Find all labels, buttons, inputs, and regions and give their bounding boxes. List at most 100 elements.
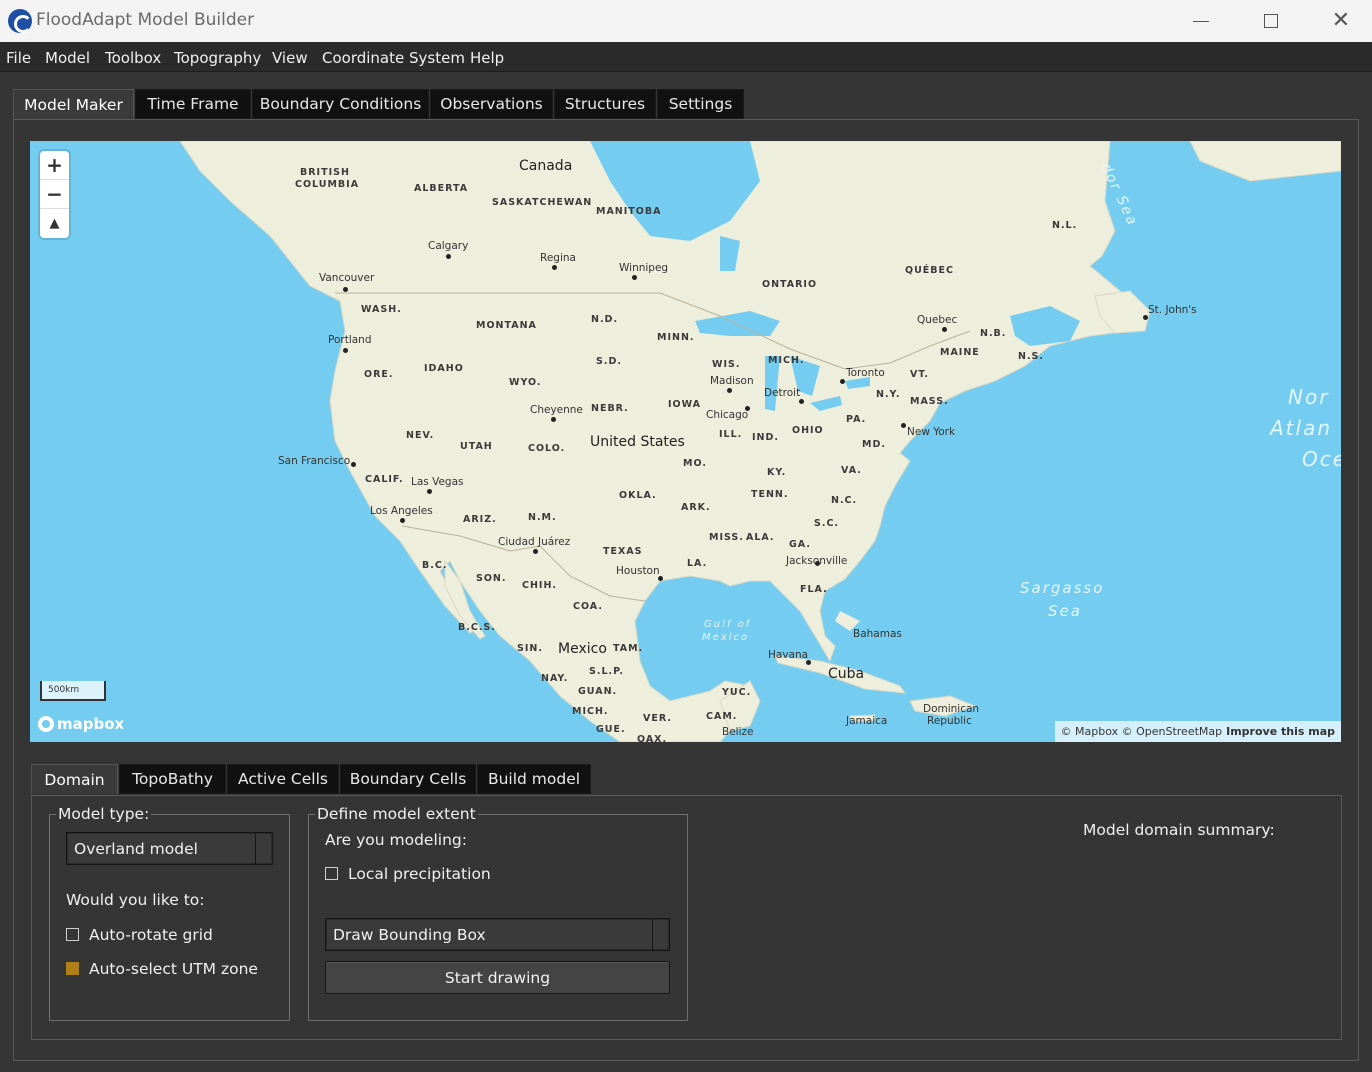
map-label: Cheyenne bbox=[530, 404, 583, 416]
tab-model-maker[interactable]: Model Maker bbox=[13, 89, 134, 119]
map-label: GUAN. bbox=[578, 686, 618, 697]
city-dot bbox=[400, 518, 405, 523]
tab-boundary-conditions[interactable]: Boundary Conditions bbox=[252, 89, 429, 119]
city-dot bbox=[745, 406, 750, 411]
attribution-text[interactable]: © Mapbox © OpenStreetMap bbox=[1061, 725, 1223, 738]
dropdown-arrow-icon bbox=[652, 919, 669, 950]
map-label: ARK. bbox=[681, 502, 711, 513]
minimize-icon bbox=[1193, 20, 1209, 22]
draw-method-value: Draw Bounding Box bbox=[333, 926, 486, 944]
map-label: N.C. bbox=[831, 495, 858, 506]
tab-active-cells[interactable]: Active Cells bbox=[227, 764, 339, 794]
map-label: SON. bbox=[476, 573, 507, 584]
map-label: Portland bbox=[328, 334, 372, 346]
local-precipitation-label[interactable]: Local precipitation bbox=[348, 865, 491, 883]
menu-coordinate-system[interactable]: Coordinate System bbox=[322, 49, 465, 67]
map-label: COA. bbox=[573, 601, 603, 612]
maximize-button[interactable] bbox=[1236, 0, 1306, 42]
map-label: Mexico bbox=[558, 641, 607, 657]
map-label: MD. bbox=[862, 439, 886, 450]
city-dot bbox=[901, 423, 906, 428]
map-label: LA. bbox=[687, 558, 708, 569]
map-label: OAX. bbox=[637, 734, 668, 742]
improve-map-link[interactable]: Improve this map bbox=[1226, 725, 1335, 738]
city-dot bbox=[552, 265, 557, 270]
city-dot bbox=[533, 549, 538, 554]
auto-rotate-checkbox[interactable] bbox=[66, 928, 79, 941]
compass-icon[interactable]: ▲ bbox=[40, 209, 69, 238]
map-label: Nor bbox=[1288, 385, 1330, 409]
city-dot bbox=[351, 462, 356, 467]
zoom-out-button[interactable]: − bbox=[40, 180, 69, 209]
tab-build-model[interactable]: Build model bbox=[477, 764, 591, 794]
tab-observations[interactable]: Observations bbox=[430, 89, 553, 119]
map-scale-bar: 500km bbox=[40, 681, 106, 701]
city-dot bbox=[658, 576, 663, 581]
map-label: SIN. bbox=[517, 643, 543, 654]
map-label: Mexico bbox=[702, 632, 750, 643]
map-label: ORE. bbox=[364, 369, 394, 380]
map-label: WIS. bbox=[712, 359, 741, 370]
tab-topobathy[interactable]: TopoBathy bbox=[119, 764, 226, 794]
local-precipitation-checkbox[interactable] bbox=[325, 867, 338, 880]
map-label: Las Vegas bbox=[411, 476, 464, 488]
mapbox-logo-icon bbox=[38, 716, 54, 732]
map-label: MANITOBA bbox=[596, 206, 662, 217]
map-label: NEBR. bbox=[591, 403, 629, 414]
menu-help[interactable]: Help bbox=[470, 49, 504, 67]
map-label: S.C. bbox=[814, 518, 840, 529]
tab-structures[interactable]: Structures bbox=[554, 89, 656, 119]
map-label: N.D. bbox=[591, 314, 619, 325]
map-label: CALIF. bbox=[365, 474, 404, 485]
are-you-modeling-label: Are you modeling: bbox=[325, 831, 467, 849]
map-label: VA. bbox=[841, 465, 862, 476]
menu-view[interactable]: View bbox=[272, 49, 308, 67]
close-icon: ✕ bbox=[1331, 8, 1351, 33]
city-dot bbox=[343, 287, 348, 292]
map-label: Belize bbox=[722, 726, 754, 738]
tab-time-frame[interactable]: Time Frame bbox=[135, 89, 251, 119]
mapbox-logo[interactable]: mapbox bbox=[38, 715, 124, 733]
map-label: Winnipeg bbox=[619, 262, 669, 274]
city-dot bbox=[1143, 315, 1148, 320]
map-attribution: © Mapbox © OpenStreetMap Improve this map bbox=[1054, 721, 1341, 742]
map-label: ILL. bbox=[719, 429, 743, 440]
tab-domain[interactable]: Domain bbox=[31, 764, 118, 794]
zoom-in-button[interactable]: + bbox=[40, 151, 69, 180]
map-label: NAY. bbox=[541, 673, 569, 684]
map-label: Los Angeles bbox=[370, 505, 433, 517]
map-label: Quebec bbox=[917, 314, 958, 326]
city-dot bbox=[840, 379, 845, 384]
tab-settings[interactable]: Settings bbox=[657, 89, 744, 119]
tab-boundary-cells[interactable]: Boundary Cells bbox=[340, 764, 476, 794]
close-button[interactable]: ✕ bbox=[1306, 0, 1372, 42]
auto-rotate-label[interactable]: Auto-rotate grid bbox=[89, 926, 213, 944]
start-drawing-button[interactable]: Start drawing bbox=[325, 961, 670, 994]
menu-topography[interactable]: Topography bbox=[174, 49, 261, 67]
map-label: N.S. bbox=[1018, 351, 1045, 362]
map-label: MICH. bbox=[572, 706, 609, 717]
city-dot bbox=[343, 348, 348, 353]
map-label: B.C. bbox=[422, 560, 448, 571]
map-label: Toronto bbox=[846, 367, 885, 379]
auto-utm-label[interactable]: Auto-select UTM zone bbox=[89, 960, 258, 978]
menu-model[interactable]: Model bbox=[45, 49, 90, 67]
city-dot bbox=[446, 254, 451, 259]
minimize-button[interactable] bbox=[1166, 0, 1236, 42]
city-dot bbox=[799, 399, 804, 404]
map-label: N.B. bbox=[980, 328, 1007, 339]
map-view[interactable]: + − ▲ 500km mapbox © Mapbox © OpenStreet… bbox=[30, 141, 1341, 742]
map-label: NEV. bbox=[406, 430, 435, 441]
draw-method-select[interactable]: Draw Bounding Box bbox=[325, 918, 670, 951]
maximize-icon bbox=[1264, 14, 1278, 28]
menu-file[interactable]: File bbox=[6, 49, 31, 67]
map-label: N.Y. bbox=[876, 389, 901, 400]
auto-utm-checkbox[interactable] bbox=[66, 962, 79, 975]
window-title: FloodAdapt Model Builder bbox=[36, 10, 255, 30]
map-label: United States bbox=[590, 434, 685, 450]
model-type-select[interactable]: Overland model bbox=[66, 832, 273, 865]
map-label: Calgary bbox=[428, 240, 469, 252]
menu-toolbox[interactable]: Toolbox bbox=[105, 49, 161, 67]
would-you-like-label: Would you like to: bbox=[66, 891, 205, 909]
map-label: MICH. bbox=[768, 355, 805, 366]
